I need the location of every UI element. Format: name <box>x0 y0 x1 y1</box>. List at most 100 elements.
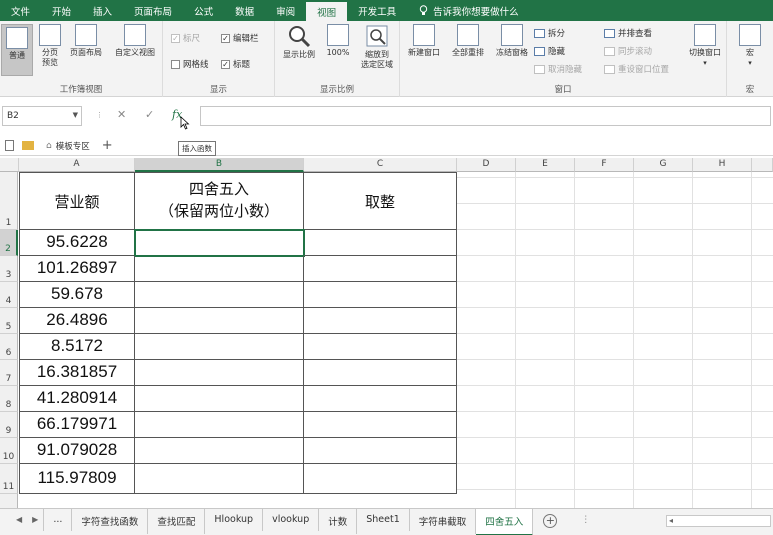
row-header-1[interactable]: 1 <box>0 172 18 230</box>
cell-c1[interactable]: 取整 <box>304 172 457 230</box>
cell-b9[interactable] <box>135 412 304 438</box>
unhide-button[interactable]: 取消隐藏 <box>534 63 582 75</box>
cell-b5[interactable] <box>135 308 304 334</box>
hide-button[interactable]: 隐藏 <box>534 45 565 57</box>
cell-c7[interactable] <box>304 360 457 386</box>
cell-b11[interactable] <box>135 464 304 494</box>
arrange-all-button[interactable]: 全部重排 <box>447 24 489 58</box>
row-header-8[interactable]: 8 <box>0 386 18 412</box>
cell-c10[interactable] <box>304 438 457 464</box>
new-document-icon[interactable] <box>5 140 14 151</box>
cell-a8[interactable]: 41.280914 <box>19 386 135 412</box>
row-header-3[interactable]: 3 <box>0 256 18 282</box>
cell-a9[interactable]: 66.179971 <box>19 412 135 438</box>
normal-view-button[interactable]: 普通 <box>1 24 33 76</box>
sheet-tab-vlookup[interactable]: vlookup <box>263 509 320 531</box>
tab-formulas[interactable]: 公式 <box>183 0 224 21</box>
zoom-100-button[interactable]: 100% <box>323 24 353 58</box>
row-header-9[interactable]: 9 <box>0 412 18 438</box>
ruler-checkbox[interactable]: ✓ 标尺 <box>171 32 200 44</box>
cancel-button[interactable]: ✕ <box>117 108 126 121</box>
cell-a1[interactable]: 营业额 <box>19 172 135 230</box>
cell-a4[interactable]: 59.678 <box>19 282 135 308</box>
add-tab-button[interactable]: + <box>102 138 113 153</box>
zoom-to-selection-button[interactable]: 缩放到 选定区域 <box>355 24 399 70</box>
gridlines-checkbox[interactable]: 网格线 <box>171 58 209 70</box>
tab-page-layout[interactable]: 页面布局 <box>123 0 183 21</box>
cell-b1[interactable]: 四舍五入 （保留两位小数） <box>135 172 304 230</box>
column-header-e[interactable]: E <box>516 158 575 172</box>
cell-a10[interactable]: 91.079028 <box>19 438 135 464</box>
horizontal-scrollbar[interactable]: ◂ <box>666 515 771 527</box>
page-break-preview-button[interactable]: 分页 预览 <box>36 24 64 68</box>
cell-b7[interactable] <box>135 360 304 386</box>
cell-b8[interactable] <box>135 386 304 412</box>
cell-b2[interactable] <box>134 229 305 257</box>
cell-c6[interactable] <box>304 334 457 360</box>
cell-c3[interactable] <box>304 256 457 282</box>
cell-c5[interactable] <box>304 308 457 334</box>
tab-splitter-icon[interactable]: ⋮ <box>581 515 590 525</box>
column-header-c[interactable]: C <box>304 158 457 172</box>
column-header-g[interactable]: G <box>634 158 693 172</box>
headings-checkbox[interactable]: ✓ 标题 <box>221 58 250 70</box>
cell-b6[interactable] <box>135 334 304 360</box>
formula-bar-checkbox[interactable]: ✓ 编辑栏 <box>221 32 259 44</box>
switch-windows-button[interactable]: 切换窗口 ▾ <box>684 24 726 68</box>
row-header-10[interactable]: 10 <box>0 438 18 464</box>
sheet-tab-more[interactable]: ... <box>43 509 73 531</box>
new-window-button[interactable]: 新建窗口 <box>403 24 445 58</box>
sync-scroll-button[interactable]: 同步滚动 <box>604 45 652 57</box>
sheet-tab-lookup-match[interactable]: 查找匹配 <box>148 509 206 534</box>
cell-b4[interactable] <box>135 282 304 308</box>
sheet-tab-count[interactable]: 计数 <box>319 509 358 534</box>
cell-c9[interactable] <box>304 412 457 438</box>
side-by-side-button[interactable]: 并排查看 <box>604 27 652 39</box>
zoom-button[interactable]: 显示比例 <box>278 24 320 60</box>
cell-c11[interactable] <box>304 464 457 494</box>
tab-developer[interactable]: 开发工具 <box>347 0 407 21</box>
row-header-7[interactable]: 7 <box>0 360 18 386</box>
macros-button[interactable]: 宏 ▾ <box>737 24 763 68</box>
column-header-a[interactable]: A <box>19 158 135 172</box>
empty-cells-area[interactable] <box>457 172 773 508</box>
template-tab[interactable]: 模板专区 <box>56 140 90 152</box>
page-layout-view-button[interactable]: 页面布局 <box>66 24 106 58</box>
row-header-5[interactable]: 5 <box>0 308 18 334</box>
reset-position-button[interactable]: 重设窗口位置 <box>604 63 669 75</box>
select-all-corner[interactable] <box>0 158 19 172</box>
cell-c8[interactable] <box>304 386 457 412</box>
cell-a6[interactable]: 8.5172 <box>19 334 135 360</box>
tab-home[interactable]: 开始 <box>41 0 82 21</box>
row-header-2[interactable]: 2 <box>0 230 18 256</box>
home-icon[interactable]: ⌂ <box>46 141 52 151</box>
cell-b3[interactable] <box>135 256 304 282</box>
cell-a11[interactable]: 115.97809 <box>19 464 135 494</box>
cell-c4[interactable] <box>304 282 457 308</box>
sheet-tab-sheet1[interactable]: Sheet1 <box>357 509 410 531</box>
cell-a2[interactable]: 95.6228 <box>19 230 135 256</box>
enter-button[interactable]: ✓ <box>145 108 154 121</box>
sheet-tab-hlookup[interactable]: Hlookup <box>205 509 264 531</box>
custom-views-button[interactable]: 自定义视图 <box>108 24 162 58</box>
row-header-6[interactable]: 6 <box>0 334 18 360</box>
tab-file[interactable]: 文件 <box>0 0 41 21</box>
scroll-left-icon[interactable]: ◀ <box>0 509 27 530</box>
sheet-tab-substring[interactable]: 字符串截取 <box>410 509 477 534</box>
tell-me-box[interactable]: 告诉我你想要做什么 <box>407 0 519 21</box>
sheet-tab-char-find[interactable]: 字符查找函数 <box>72 509 149 534</box>
freeze-panes-button[interactable]: 冻结窗格 <box>491 24 533 58</box>
cell-c2[interactable] <box>304 230 457 256</box>
cell-b10[interactable] <box>135 438 304 464</box>
scroll-right-icon[interactable]: ▶ <box>27 509 43 530</box>
folder-icon[interactable] <box>22 141 34 150</box>
split-button[interactable]: 拆分 <box>534 27 565 39</box>
tab-review[interactable]: 审阅 <box>265 0 306 21</box>
row-header-11[interactable]: 11 <box>0 464 18 494</box>
column-header-h[interactable]: H <box>693 158 752 172</box>
cell-a5[interactable]: 26.4896 <box>19 308 135 334</box>
cell-a7[interactable]: 16.381857 <box>19 360 135 386</box>
tab-data[interactable]: 数据 <box>224 0 265 21</box>
tab-view[interactable]: 视图 <box>306 2 348 21</box>
tab-insert[interactable]: 插入 <box>82 0 123 21</box>
